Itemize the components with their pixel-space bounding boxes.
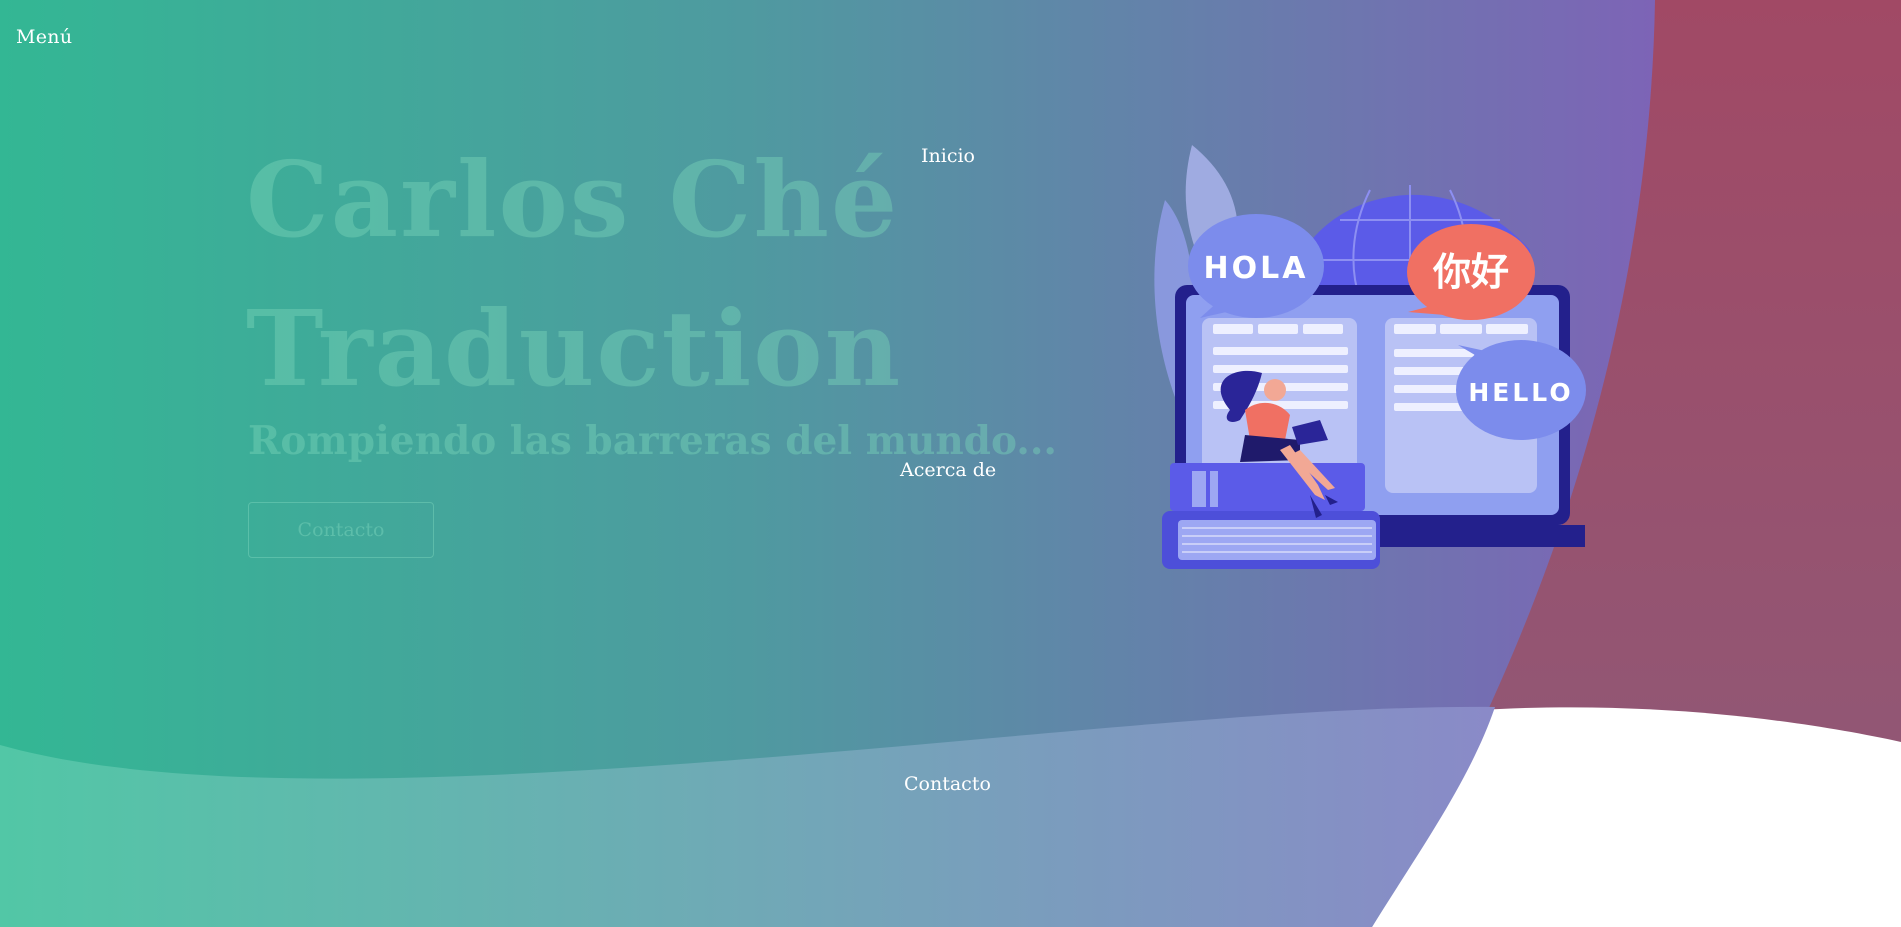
laptop-base	[1350, 525, 1585, 547]
nav-link-inicio[interactable]: Inicio	[921, 145, 975, 167]
hero-subtitle: Rompiendo las barreras del mundo...	[248, 418, 1058, 464]
bubble-hola-text: HOLA	[1204, 251, 1309, 286]
bubble-hola: HOLA	[1188, 214, 1324, 318]
bubble-hello: HELLO	[1456, 340, 1586, 440]
menu-toggle[interactable]: Menú	[16, 26, 72, 48]
bubble-hello-text: HELLO	[1468, 378, 1573, 407]
nav-link-acerca-de[interactable]: Acerca de	[900, 459, 996, 481]
nav-link-contacto[interactable]: Contacto	[904, 773, 991, 795]
bubble-chinese-text: 你好	[1432, 250, 1509, 294]
translation-illustration: HOLA 你好 HELLO	[1154, 145, 1586, 569]
hero-title-line-2: Traduction	[246, 287, 903, 410]
contact-button[interactable]: Contacto	[248, 502, 434, 558]
bubble-chinese: 你好	[1407, 224, 1535, 320]
landing-page: Menú Carlos Ché Traduction Rompiendo las…	[0, 0, 1901, 927]
hero-title-line-1: Carlos Ché	[246, 138, 900, 261]
